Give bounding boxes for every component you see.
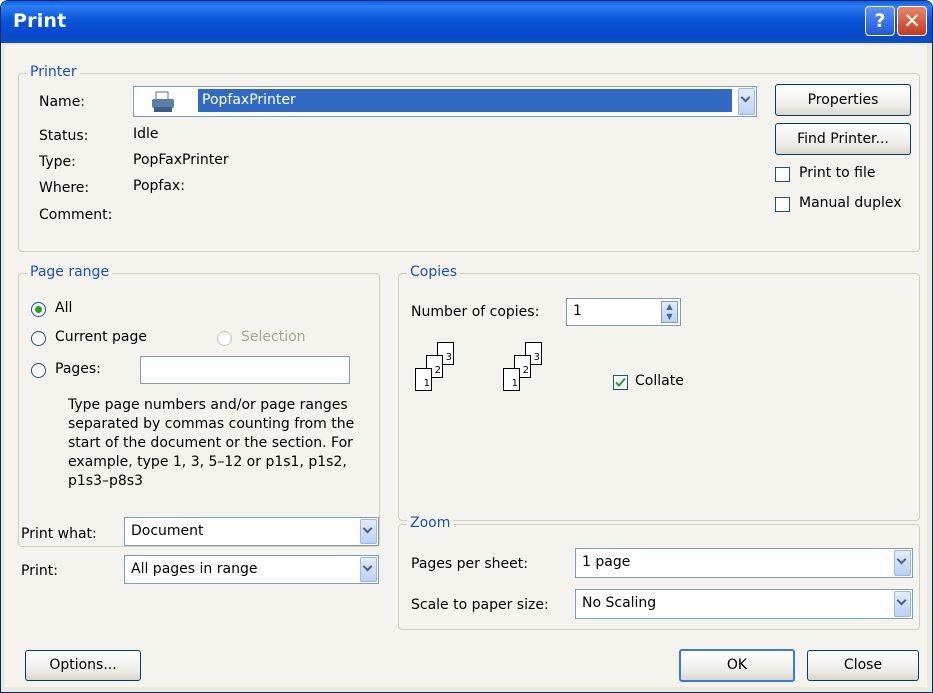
current-page-label[interactable]: Current page (55, 329, 147, 345)
zoom-group: Zoom Pages per sheet: 1 page Scale to pa… (398, 515, 920, 630)
find-printer-button[interactable]: Find Printer... (775, 123, 911, 155)
printer-legend: Printer (27, 64, 80, 80)
collate-illustration-collated: 3 2 1 (503, 342, 563, 422)
print-what-label: Print what: (21, 526, 97, 542)
number-of-copies-label: Number of copies: (411, 304, 540, 320)
scale-to-paper-size-label: Scale to paper size: (411, 597, 549, 613)
pages-per-sheet-value: 1 page (582, 554, 631, 570)
status-label: Status: (39, 128, 89, 144)
printer-group: Printer Name: PopfaxPrinter Status: Idle… (18, 64, 920, 252)
selection-radio[interactable] (217, 331, 232, 346)
collate-illustration-uncollated: 3 2 1 (415, 342, 475, 422)
manual-duplex-label[interactable]: Manual duplex (799, 195, 902, 211)
print-label: Print: (21, 563, 58, 579)
pages-radio[interactable] (31, 363, 46, 378)
type-label: Type: (39, 154, 76, 170)
chevron-down-icon[interactable] (894, 591, 911, 617)
chevron-down-icon[interactable] (360, 557, 377, 582)
pages-per-sheet-select[interactable]: 1 page (575, 548, 913, 578)
manual-duplex-checkbox[interactable] (775, 197, 790, 212)
chevron-down-icon[interactable] (894, 550, 911, 576)
dialog-title: Print (13, 10, 67, 32)
title-bar[interactable]: Print ? ✕ (1, 1, 932, 43)
page-icon: 1 (415, 368, 432, 391)
all-radio[interactable] (31, 302, 46, 317)
printer-icon (152, 91, 174, 112)
page-icon: 1 (503, 368, 520, 391)
scale-to-paper-size-select[interactable]: No Scaling (575, 589, 913, 619)
print-dialog: Print ? ✕ Printer Name: PopfaxPrinter St… (0, 0, 933, 693)
print-select[interactable]: All pages in range (124, 555, 379, 584)
current-page-radio[interactable] (31, 331, 46, 346)
collate-checkbox[interactable] (613, 375, 628, 390)
help-button[interactable]: ? (865, 6, 895, 36)
copies-group: Copies Number of copies: 1 ▲ ▼ 3 2 1 3 2 … (398, 264, 920, 521)
where-value: Popfax: (133, 178, 185, 194)
number-of-copies-input[interactable]: 1 ▲ ▼ (566, 298, 681, 326)
close-button[interactable]: Close (807, 650, 919, 681)
where-label: Where: (39, 180, 90, 196)
type-value: PopFaxPrinter (133, 152, 229, 168)
zoom-legend: Zoom (407, 515, 454, 531)
options-button[interactable]: Options... (25, 650, 141, 681)
dialog-body: Printer Name: PopfaxPrinter Status: Idle… (5, 45, 927, 687)
pages-input[interactable] (140, 356, 350, 384)
print-to-file-checkbox[interactable] (775, 167, 790, 182)
print-value: All pages in range (131, 561, 258, 577)
page-range-help-text: Type page numbers and/or page ranges sep… (68, 397, 355, 489)
page-range-legend: Page range (27, 264, 113, 280)
printer-name-select[interactable]: PopfaxPrinter (133, 86, 757, 117)
print-what-select[interactable]: Document (124, 517, 379, 546)
print-to-file-label[interactable]: Print to file (799, 165, 875, 181)
status-value: Idle (133, 126, 159, 142)
collate-label[interactable]: Collate (635, 373, 684, 389)
chevron-down-icon[interactable] (738, 88, 755, 115)
selection-label[interactable]: Selection (241, 329, 306, 345)
ok-button[interactable]: OK (679, 649, 795, 682)
checkmark-icon (615, 377, 626, 387)
copies-spinner[interactable]: ▲ ▼ (661, 301, 678, 323)
close-window-button[interactable]: ✕ (897, 6, 927, 36)
pages-label[interactable]: Pages: (55, 361, 101, 377)
pages-per-sheet-label: Pages per sheet: (411, 556, 528, 572)
print-what-value: Document (131, 523, 204, 539)
number-of-copies-value: 1 (573, 303, 582, 319)
chevron-down-icon[interactable] (360, 519, 377, 544)
comment-label: Comment: (39, 207, 113, 223)
printer-name-value: PopfaxPrinter (198, 89, 732, 112)
scale-to-paper-size-value: No Scaling (582, 595, 657, 611)
name-label: Name: (39, 94, 86, 110)
properties-button[interactable]: Properties (775, 84, 911, 116)
page-range-group: Page range All Current page Selection Pa… (18, 264, 380, 547)
all-label[interactable]: All (55, 300, 72, 316)
copies-legend: Copies (407, 264, 461, 280)
